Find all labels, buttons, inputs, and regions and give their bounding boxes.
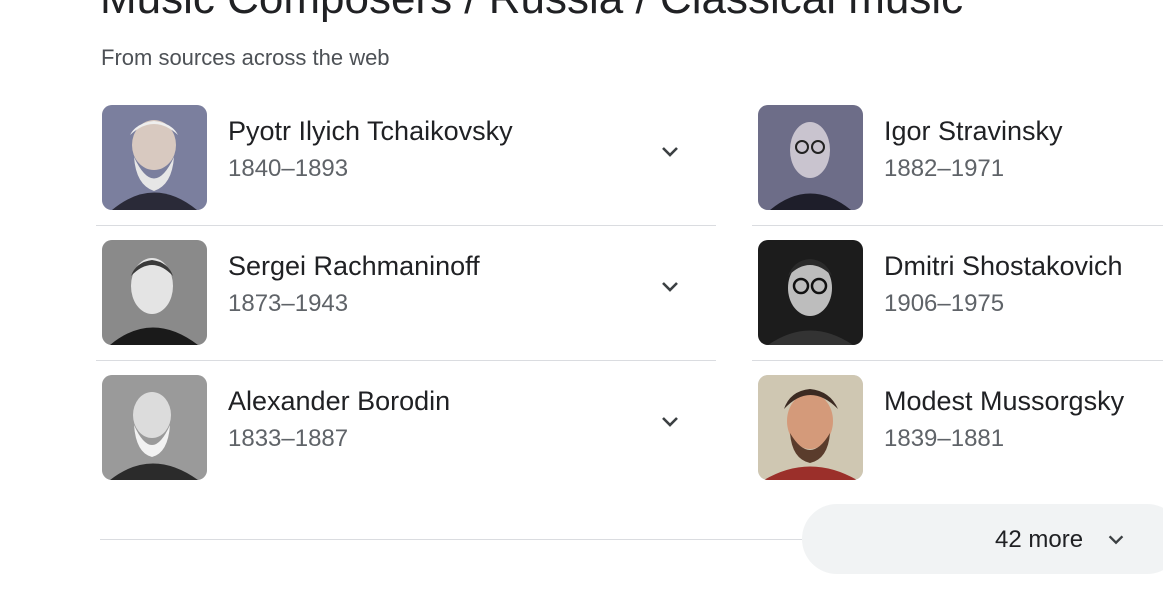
composer-name: Sergei Rachmaninoff xyxy=(228,251,480,281)
composer-item-mussorgsky[interactable]: Modest Mussorgsky 1839–1881 xyxy=(752,365,1163,500)
composer-years: 1873–1943 xyxy=(228,290,349,317)
source-subtitle: From sources across the web xyxy=(101,45,390,70)
composer-portrait xyxy=(758,240,863,345)
composer-name: Modest Mussorgsky xyxy=(884,386,1125,416)
more-results-label: 42 more xyxy=(995,526,1084,553)
composer-name: Alexander Borodin xyxy=(228,386,451,416)
composer-name: Pyotr Ilyich Tchaikovsky xyxy=(228,116,513,146)
row-divider xyxy=(96,225,716,226)
composer-portrait xyxy=(102,105,207,210)
composer-portrait xyxy=(758,105,863,210)
page-title: Music Composers / Russia / Classical mus… xyxy=(100,0,963,25)
composer-item-shostakovich[interactable]: Dmitri Shostakovich 1906–1975 xyxy=(752,230,1163,365)
row-divider xyxy=(96,360,716,361)
composer-years: 1839–1881 xyxy=(884,425,1005,452)
composer-name: Dmitri Shostakovich xyxy=(884,251,1123,281)
composer-years: 1833–1887 xyxy=(228,425,349,452)
footer-divider xyxy=(100,539,802,540)
chevron-down-icon[interactable] xyxy=(654,136,686,168)
composer-item-stravinsky[interactable]: Igor Stravinsky 1882–1971 xyxy=(752,95,1163,230)
composer-portrait xyxy=(102,240,207,345)
composer-item-tchaikovsky[interactable]: Pyotr Ilyich Tchaikovsky 1840–1893 xyxy=(96,95,716,230)
composer-years: 1840–1893 xyxy=(228,155,349,182)
composer-years: 1906–1975 xyxy=(884,290,1005,317)
composer-years: 1882–1971 xyxy=(884,155,1005,182)
chevron-down-icon xyxy=(1102,526,1130,554)
composer-item-borodin[interactable]: Alexander Borodin 1833–1887 xyxy=(96,365,716,500)
chevron-down-icon[interactable] xyxy=(654,406,686,438)
chevron-down-icon[interactable] xyxy=(654,271,686,303)
more-results-button[interactable]: 42 more xyxy=(802,504,1163,574)
row-divider xyxy=(752,360,1163,361)
composer-item-rachmaninoff[interactable]: Sergei Rachmaninoff 1873–1943 xyxy=(96,230,716,365)
composer-name: Igor Stravinsky xyxy=(884,116,1063,146)
composer-portrait xyxy=(102,375,207,480)
composer-portrait xyxy=(758,375,863,480)
row-divider xyxy=(752,225,1163,226)
